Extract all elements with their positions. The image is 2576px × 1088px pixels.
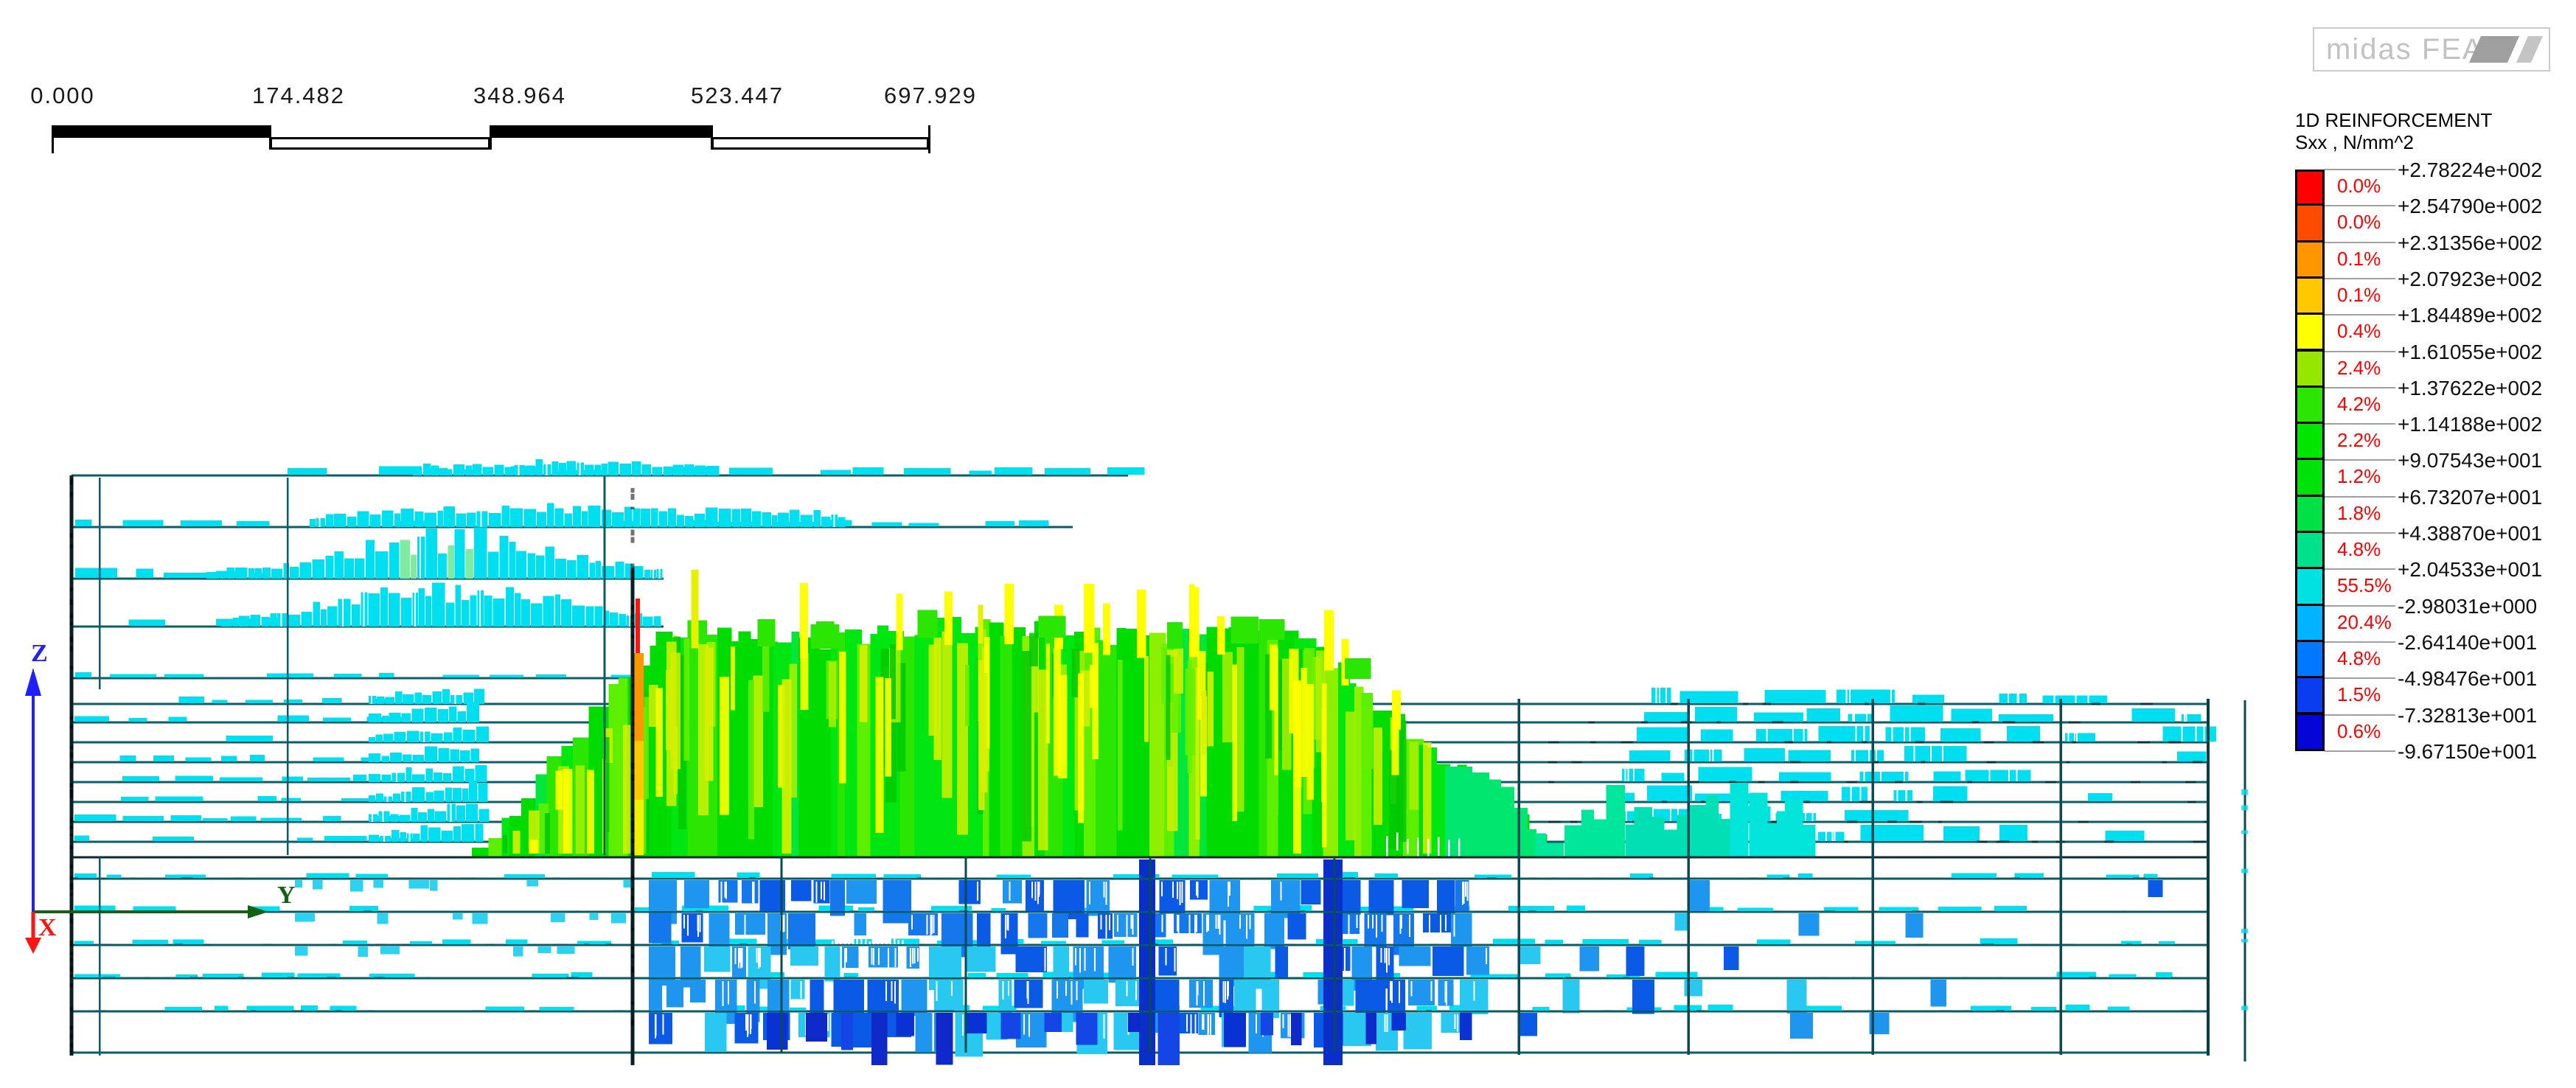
legend-value-label: +2.78224e+002 (2398, 158, 2543, 181)
legend-leader-line (2325, 459, 2395, 461)
y-axis-label: Y (277, 882, 296, 909)
legend-leader-line (2325, 532, 2395, 534)
legend-percent-label: 0.1% (2337, 283, 2381, 306)
legend-percent-label: 0.1% (2337, 247, 2381, 270)
logo-slash-icon (2516, 36, 2544, 63)
legend-color-cell (2295, 458, 2325, 497)
legend-percent-label: 4.8% (2337, 538, 2381, 560)
legend-leader-line (2325, 423, 2395, 425)
fea-viewport[interactable]: 0.000 174.482 348.964 523.447 697.929 mi… (0, 0, 2576, 1088)
legend-subtitle: Sxx , N/mm^2 (2295, 131, 2414, 153)
legend-color-cell (2295, 170, 2325, 209)
legend-value-label: +1.84489e+002 (2398, 304, 2543, 327)
legend-scale: 0.0% +2.78224e+002 0.0% +2.54790e+002 0.1% +2… (2295, 158, 2576, 763)
legend-value-label: -2.98031e+000 (2398, 594, 2538, 618)
legend-value-label: +1.37622e+002 (2398, 376, 2543, 400)
scale-bar-segment (270, 137, 490, 150)
legend-leader-line (2325, 495, 2395, 498)
z-axis-label: Z (31, 640, 48, 667)
legend-color-cell (2295, 422, 2325, 461)
legend-percent-label: 0.0% (2337, 211, 2381, 234)
legend-leader-line (2325, 604, 2395, 607)
scale-bar-tick (928, 125, 930, 153)
midas-fea-logo: midas FEA (2313, 27, 2550, 72)
legend-leader-line (2325, 205, 2395, 207)
legend-color-cell (2295, 494, 2325, 533)
legend-leader-line (2325, 241, 2395, 243)
scale-bar-tick (52, 125, 54, 153)
legend-percent-label: 0.0% (2337, 175, 2381, 197)
x-axis-label: X (38, 914, 57, 941)
legend-leader-line (2325, 750, 2395, 752)
legend-value-label: -2.64140e+001 (2398, 630, 2538, 654)
legend-leader-line (2325, 386, 2395, 388)
legend-percent-label: 1.2% (2337, 465, 2381, 488)
logo-text: midas FEA (2326, 33, 2484, 66)
scale-bar-tick (711, 125, 713, 150)
scale-tick-label: 174.482 (251, 83, 346, 108)
legend-value-label: +6.73207e+001 (2398, 485, 2543, 509)
legend-color-cell (2295, 531, 2325, 570)
legend-color-cell (2295, 603, 2325, 642)
scale-tick-label: 697.929 (883, 83, 978, 108)
legend-value-label: +1.14188e+002 (2398, 413, 2543, 436)
legend-value-label: +4.38870e+001 (2398, 522, 2543, 545)
legend-value-label: -4.98476e+001 (2398, 667, 2538, 691)
legend-value-label: +2.31356e+002 (2398, 231, 2543, 254)
legend-percent-label: 1.8% (2337, 501, 2381, 524)
legend-percent-label: 0.4% (2337, 320, 2381, 343)
scale-tick-label: 348.964 (473, 83, 567, 108)
legend-color-cell (2295, 349, 2325, 388)
scale-bar-tick (269, 125, 271, 150)
legend-percent-label: 20.4% (2337, 610, 2392, 633)
legend-leader-line (2325, 714, 2395, 716)
scale-bar: 0.000 174.482 348.964 523.447 697.929 (0, 0, 1032, 170)
legend-leader-line (2325, 641, 2395, 643)
legend-color-cell (2295, 385, 2325, 425)
legend-leader-line (2325, 277, 2395, 279)
legend-color-cell (2295, 203, 2325, 243)
legend-leader-line (2325, 350, 2395, 352)
legend-value-label: -9.67150e+001 (2398, 739, 2538, 763)
scale-bar-tick (490, 125, 492, 150)
legend-leader-line (2325, 169, 2395, 170)
legend-value-label: -7.32813e+001 (2398, 703, 2538, 727)
contour-legend: 1D REINFORCEMENT Sxx , N/mm^2 0.0% +2.782… (2295, 109, 2576, 773)
legend-title: 1D REINFORCEMENT (2295, 109, 2493, 131)
legend-value-label: +2.04533e+001 (2398, 558, 2543, 582)
legend-color-cell (2295, 567, 2325, 606)
legend-value-label: +9.07543e+001 (2398, 449, 2543, 472)
legend-leader-line (2325, 314, 2395, 316)
scale-tick-label: 0.000 (30, 83, 95, 108)
legend-percent-label: 2.2% (2337, 429, 2381, 452)
legend-value-label: +2.07923e+002 (2398, 267, 2543, 290)
legend-value-label: +1.61055e+002 (2398, 340, 2543, 363)
scale-bar-segment (52, 125, 270, 138)
scale-tick-label: 523.447 (690, 83, 784, 108)
scale-bar-segment (711, 137, 929, 150)
legend-percent-label: 0.6% (2337, 719, 2381, 742)
legend-value-label: +2.54790e+002 (2398, 195, 2543, 218)
legend-color-cell (2295, 240, 2325, 279)
legend-percent-label: 4.2% (2337, 392, 2381, 415)
legend-leader-line (2325, 568, 2395, 571)
legend-color-cell (2295, 639, 2325, 679)
legend-percent-label: 55.5% (2337, 574, 2392, 597)
scale-bar-segment (490, 125, 711, 138)
legend-percent-label: 1.5% (2337, 683, 2381, 706)
legend-color-cell (2295, 712, 2325, 751)
legend-color-cell (2295, 276, 2325, 315)
legend-leader-line (2325, 677, 2395, 680)
legend-percent-label: 4.8% (2337, 646, 2381, 669)
legend-color-cell (2295, 676, 2325, 715)
legend-color-cell (2295, 313, 2325, 352)
legend-percent-label: 2.4% (2337, 356, 2381, 379)
